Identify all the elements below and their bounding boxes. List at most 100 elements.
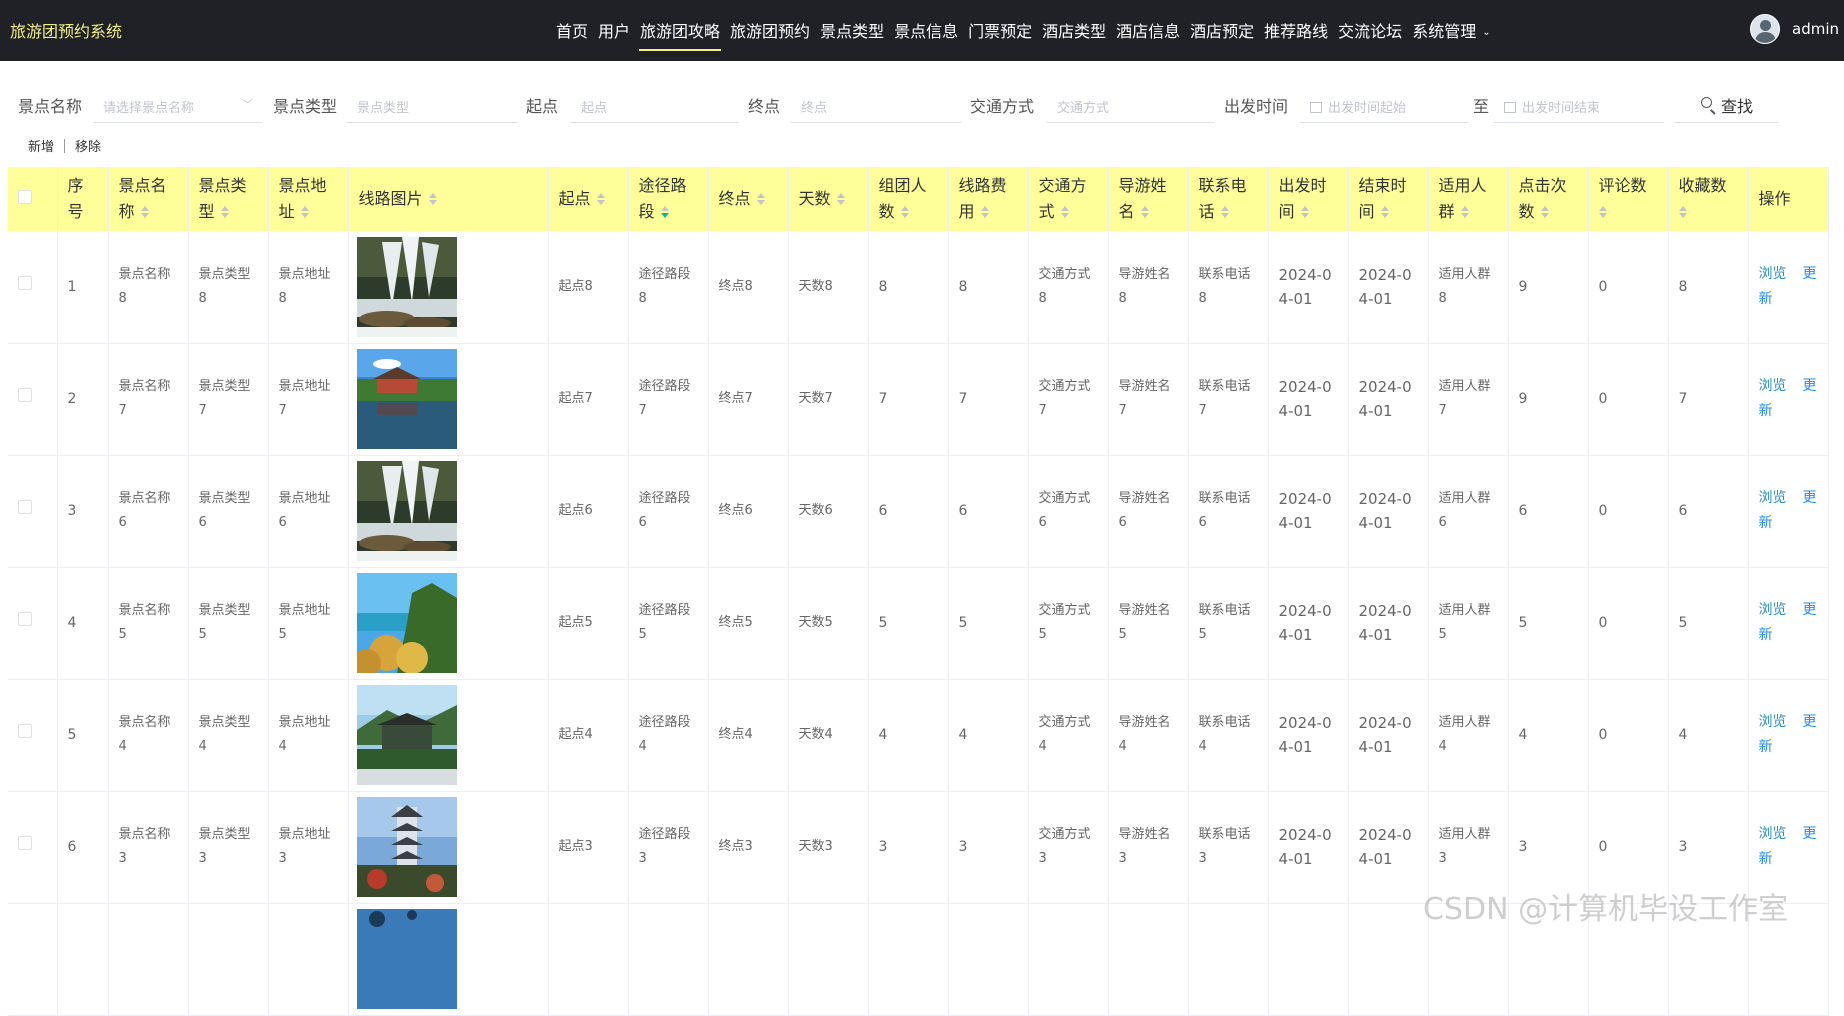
table-row[interactable]: 3 景点名称6 景点类型6 景点地址6 起点6 途径路段6 终点6 天数6 6 6 交通方式6 导游姓… [8, 455, 1829, 568]
view-link[interactable]: 浏览 [1759, 266, 1787, 282]
row-select-cell[interactable] [8, 455, 58, 568]
cell-end: 终点7 [708, 343, 789, 456]
nav-item-10[interactable]: 推荐路线 [1259, 0, 1333, 61]
sort-icon[interactable] [140, 206, 149, 218]
row-checkbox[interactable] [18, 275, 32, 290]
nav-item-6[interactable]: 门票预定 [963, 0, 1037, 61]
user-menu[interactable]: admin ▼ [1750, 14, 1844, 44]
find-button[interactable]: 查找 [1675, 87, 1778, 123]
col-people[interactable]: 组团人数 [868, 167, 949, 231]
col-guide[interactable]: 导游姓名 [1108, 167, 1189, 231]
spot-type-input[interactable]: 景点类型 [347, 87, 517, 123]
nav-item-5[interactable]: 景点信息 [889, 0, 963, 61]
row-checkbox[interactable] [18, 388, 32, 402]
cell-finish [1348, 903, 1429, 1016]
col-transport[interactable]: 交通方式 [1028, 167, 1109, 231]
view-link[interactable]: 浏览 [1759, 826, 1787, 842]
row-select-cell[interactable] [8, 231, 58, 344]
cell-start: 起点6 [548, 455, 629, 568]
row-checkbox[interactable] [18, 500, 32, 514]
col-start[interactable]: 起点 [548, 167, 629, 231]
col-audience[interactable]: 适用人群 [1428, 167, 1509, 231]
sort-icon[interactable] [1220, 206, 1229, 218]
col-phone[interactable]: 联系电话 [1188, 167, 1269, 231]
user-name[interactable]: admin [1792, 20, 1839, 38]
col-addr[interactable]: 景点地址 [268, 167, 349, 231]
col-days[interactable]: 天数 [788, 167, 869, 231]
col-depart[interactable]: 出发时间 [1268, 167, 1349, 231]
sort-icon[interactable] [1060, 206, 1069, 218]
row-select-cell[interactable] [8, 343, 58, 456]
cell-depart: 2024-04-01 [1268, 455, 1349, 568]
end-input[interactable]: 终点 [791, 87, 961, 123]
sort-icon[interactable] [1460, 206, 1469, 218]
nav-item-8[interactable]: 酒店信息 [1111, 0, 1185, 61]
sort-icon[interactable] [1300, 206, 1309, 218]
cell-depart: 2024-04-01 [1268, 231, 1349, 344]
depart-label: 出发时间 [1224, 97, 1289, 116]
table-row[interactable]: 4 景点名称5 景点类型5 景点地址5 起点5 途径路段5 终点5 天数5 5 5 交通方式5 导游姓… [8, 567, 1829, 680]
row-select-cell[interactable] [8, 679, 58, 792]
spot-name-select[interactable]: 请选择景点名称 ﹀ [93, 87, 263, 123]
sort-icon[interactable] [1540, 206, 1549, 218]
row-checkbox[interactable] [18, 612, 32, 626]
row-select-cell[interactable] [8, 791, 58, 904]
add-button[interactable]: 新增 [28, 136, 54, 155]
sort-icon[interactable] [596, 193, 605, 205]
view-link[interactable]: 浏览 [1759, 378, 1787, 394]
nav-item-9[interactable]: 酒店预定 [1185, 0, 1259, 61]
nav-item-4[interactable]: 景点类型 [815, 0, 889, 61]
table-row[interactable]: 5 景点名称4 景点类型4 景点地址4 起点4 途径路段4 终点4 天数4 4 4 交通方式4 导游姓… [8, 679, 1829, 792]
col-name[interactable]: 景点名称 [108, 167, 189, 231]
select-all-cell[interactable] [8, 167, 58, 231]
col-img[interactable]: 线路图片 [348, 167, 549, 231]
col-route[interactable]: 途径路段 [628, 167, 709, 231]
nav-item-3[interactable]: 旅游团预约 [725, 0, 815, 61]
sort-icon[interactable] [220, 206, 229, 218]
view-link[interactable]: 浏览 [1759, 714, 1787, 730]
sort-desc-icon[interactable] [660, 206, 669, 218]
row-select-cell[interactable] [8, 567, 58, 680]
col-cost[interactable]: 线路费用 [948, 167, 1029, 231]
select-all-checkbox[interactable] [18, 190, 32, 204]
cell-people: 7 [868, 343, 949, 456]
nav-item-2[interactable]: 旅游团攻略 [635, 0, 725, 61]
remove-button[interactable]: 移除 [75, 136, 101, 155]
table-row[interactable]: 1 景点名称8 景点类型8 景点地址8 起点8 途径路段8 终点8 天数8 8 8 交通方式8 导游姓… [8, 231, 1829, 344]
table-row[interactable]: 2 景点名称7 景点类型7 景点地址7 起点7 途径路段7 终点7 天数7 7 7 交通方式7 导游姓… [8, 343, 1829, 456]
col-type[interactable]: 景点类型 [188, 167, 269, 231]
nav-item-11[interactable]: 交流论坛 [1333, 0, 1407, 61]
cell-cost: 7 [948, 343, 1029, 456]
nav-item-7[interactable]: 酒店类型 [1037, 0, 1111, 61]
row-checkbox[interactable] [18, 836, 32, 850]
sort-icon[interactable] [900, 206, 909, 218]
col-clicks[interactable]: 点击次数 [1508, 167, 1589, 231]
sort-icon[interactable] [1380, 206, 1389, 218]
sort-icon[interactable] [428, 193, 437, 205]
sort-icon[interactable] [980, 206, 989, 218]
cell-route: 途径路段6 [628, 455, 709, 568]
sort-icon[interactable] [300, 206, 309, 218]
nav-item-0[interactable]: 首页 [551, 0, 593, 61]
depart-end-input[interactable]: 出发时间结束 [1494, 87, 1664, 123]
col-favs[interactable]: 收藏数 [1668, 167, 1749, 231]
start-input[interactable]: 起点 [571, 87, 739, 123]
view-link[interactable]: 浏览 [1759, 490, 1787, 506]
nav-item-1[interactable]: 用户 [593, 0, 635, 61]
sort-icon[interactable] [1140, 206, 1149, 218]
sort-icon[interactable] [1598, 206, 1607, 218]
nav-item-12[interactable]: 系统管理 ⌄ [1407, 0, 1495, 61]
sort-icon[interactable] [836, 193, 845, 205]
row-select-cell[interactable] [8, 903, 58, 1016]
col-comments[interactable]: 评论数 [1588, 167, 1669, 231]
transport-input[interactable]: 交通方式 [1047, 87, 1215, 123]
sort-icon[interactable] [756, 193, 765, 205]
chevron-down-icon[interactable]: ⌄ [1482, 27, 1490, 38]
view-link[interactable]: 浏览 [1759, 602, 1787, 618]
depart-start-input[interactable]: 出发时间起始 [1300, 87, 1468, 123]
col-finish[interactable]: 结束时间 [1348, 167, 1429, 231]
row-checkbox[interactable] [18, 724, 32, 738]
avatar[interactable] [1750, 14, 1780, 44]
sort-icon[interactable] [1678, 206, 1687, 218]
col-end[interactable]: 终点 [708, 167, 789, 231]
